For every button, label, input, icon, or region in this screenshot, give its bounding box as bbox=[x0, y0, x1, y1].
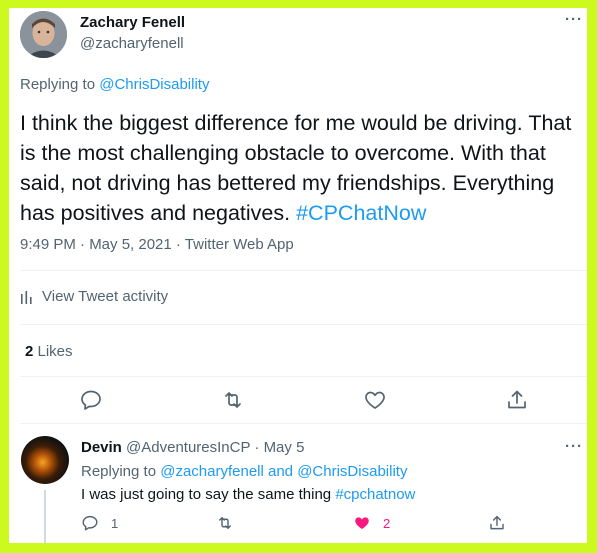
reply-header: Devin @AdventuresInCP · May 5 bbox=[81, 439, 304, 456]
reply-icon bbox=[82, 515, 98, 531]
reply-like-count: 2 bbox=[383, 515, 391, 531]
bar-chart-icon bbox=[21, 290, 32, 304]
share-icon[interactable] bbox=[505, 388, 529, 412]
reply-replying-and: and bbox=[263, 463, 298, 480]
reply-text: I was just going to say the same thing #… bbox=[81, 486, 415, 503]
likes-count-link[interactable]: 2 Likes bbox=[25, 343, 73, 360]
divider bbox=[20, 423, 587, 424]
reply-replying-link-2[interactable]: @ChrisDisability bbox=[297, 463, 407, 480]
tweet-hashtag-link[interactable]: #CPChatNow bbox=[296, 201, 426, 225]
activity-label: View Tweet activity bbox=[42, 288, 169, 305]
heart-icon bbox=[355, 517, 369, 529]
share-icon bbox=[490, 515, 504, 530]
tweet-timestamp[interactable]: 9:49 PM · May 5, 2021 · Twitter Web App bbox=[20, 236, 294, 253]
reply-share-button[interactable] bbox=[488, 514, 518, 532]
reply-action-bar: 1 2 bbox=[9, 514, 587, 536]
reply-date[interactable]: May 5 bbox=[264, 439, 305, 456]
retweet-icon bbox=[219, 517, 231, 529]
divider bbox=[20, 270, 587, 271]
reply-separator: · bbox=[250, 439, 264, 456]
reply-author-name[interactable]: Devin bbox=[81, 439, 122, 456]
reply-reply-count: 1 bbox=[111, 515, 119, 531]
reply-more-options-button[interactable]: ··· bbox=[565, 438, 583, 455]
author-avatar[interactable] bbox=[20, 11, 67, 58]
replying-to-line: Replying to @ChrisDisability bbox=[20, 76, 209, 93]
retweet-icon[interactable] bbox=[221, 388, 245, 412]
divider bbox=[20, 376, 587, 377]
reply-like-button[interactable]: 2 bbox=[353, 514, 390, 532]
author-handle[interactable]: @zacharyfenell bbox=[80, 35, 184, 52]
reply-author-avatar[interactable] bbox=[21, 436, 69, 484]
divider bbox=[20, 324, 587, 325]
view-activity-link[interactable]: View Tweet activity bbox=[20, 288, 168, 305]
reply-hashtag-link[interactable]: #cpchatnow bbox=[335, 486, 415, 503]
tweet-text: I think the biggest difference for me wo… bbox=[20, 108, 580, 228]
likes-label: Likes bbox=[33, 343, 73, 360]
heart-icon[interactable] bbox=[363, 388, 387, 412]
reply-replying-prefix: Replying to bbox=[81, 463, 161, 480]
reply-retweet-button[interactable] bbox=[216, 514, 246, 532]
replying-prefix: Replying to bbox=[20, 76, 100, 93]
reply-author-handle[interactable]: @AdventuresInCP bbox=[126, 439, 250, 456]
reply-text-body: I was just going to say the same thing bbox=[81, 486, 336, 503]
replying-to-link[interactable]: @ChrisDisability bbox=[99, 76, 209, 93]
reply-replying-to-line: Replying to @zacharyfenell and @ChrisDis… bbox=[81, 463, 407, 480]
tweet-action-bar bbox=[9, 388, 587, 412]
author-name[interactable]: Zachary Fenell bbox=[80, 14, 185, 31]
tweet-card: Zachary Fenell @zacharyfenell ··· Replyi… bbox=[9, 8, 587, 543]
more-options-button[interactable]: ··· bbox=[565, 11, 583, 28]
reply-replying-link-1[interactable]: @zacharyfenell bbox=[160, 463, 264, 480]
reply-reply-button[interactable]: 1 bbox=[81, 514, 118, 532]
reply-icon[interactable] bbox=[79, 388, 103, 412]
